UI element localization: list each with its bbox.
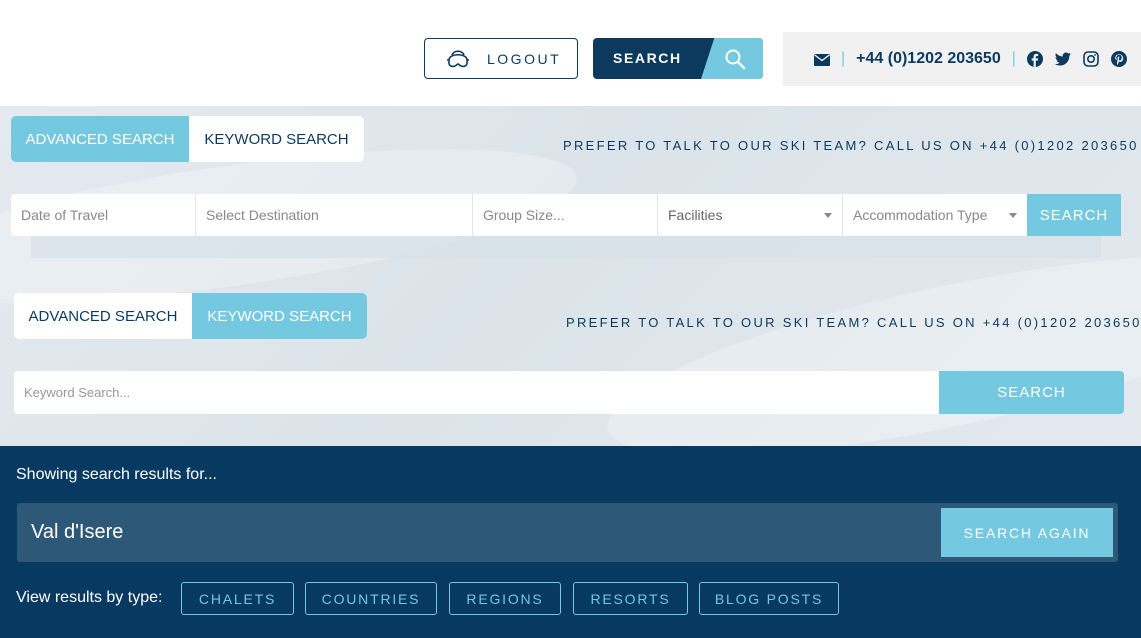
facilities-label: Facilities xyxy=(668,207,723,223)
search-results-panel: Showing search results for... SEARCH AGA… xyxy=(0,446,1141,638)
talk-to-team-text: PREFER TO TALK TO OUR SKI TEAM? CALL US … xyxy=(563,138,1139,153)
accommodation-type-select[interactable]: Accommodation Type xyxy=(843,194,1027,236)
filter-blog-posts-button[interactable]: BLOG POSTS xyxy=(699,582,839,615)
envelope-icon[interactable] xyxy=(814,53,830,66)
tab-keyword-search[interactable]: KEYWORD SEARCH xyxy=(192,293,367,339)
talk-to-team-text: PREFER TO TALK TO OUR SKI TEAM? CALL US … xyxy=(566,315,1141,330)
tab-advanced-search[interactable]: ADVANCED SEARCH xyxy=(11,116,189,162)
logout-label: LOGOUT xyxy=(487,50,562,67)
accommodation-label: Accommodation Type xyxy=(853,207,988,223)
magnifier-icon xyxy=(724,48,746,70)
site-header: LOGOUT SEARCH | +44 (0)1202 203650 | xyxy=(0,0,1141,106)
advanced-search-button[interactable]: SEARCH xyxy=(1027,194,1121,236)
showing-results-text: Showing search results for... xyxy=(16,466,217,483)
search-tabs-keyword: ADVANCED SEARCH KEYWORD SEARCH xyxy=(14,293,367,339)
keyword-search-form: SEARCH xyxy=(14,371,1124,414)
separator: | xyxy=(1011,50,1016,67)
chevron-down-icon xyxy=(1009,213,1017,218)
search-again-form: SEARCH AGAIN xyxy=(17,503,1118,562)
destination-field[interactable]: Select Destination xyxy=(196,194,473,236)
form-shadow-band xyxy=(31,236,1101,258)
facilities-select[interactable]: Facilities xyxy=(658,194,843,236)
social-links xyxy=(1026,51,1127,67)
tab-advanced-search[interactable]: ADVANCED SEARCH xyxy=(14,293,192,339)
filter-chalets-button[interactable]: CHALETS xyxy=(181,582,294,615)
instagram-icon[interactable] xyxy=(1083,51,1099,67)
chevron-down-icon xyxy=(824,213,832,218)
separator: | xyxy=(841,50,846,67)
search-tabs-advanced: ADVANCED SEARCH KEYWORD SEARCH xyxy=(11,116,364,162)
search-query-input[interactable] xyxy=(17,503,941,562)
filter-regions-button[interactable]: REGIONS xyxy=(449,582,561,615)
search-again-button[interactable]: SEARCH AGAIN xyxy=(941,508,1113,557)
search-hero: ADVANCED SEARCH KEYWORD SEARCH PREFER TO… xyxy=(0,106,1141,446)
phone-number[interactable]: +44 (0)1202 203650 xyxy=(856,50,1001,68)
pinterest-icon[interactable] xyxy=(1110,51,1127,67)
group-size-field[interactable]: Group Size... xyxy=(473,194,658,236)
advanced-search-form: Date of Travel Select Destination Group … xyxy=(11,194,1121,236)
date-of-travel-field[interactable]: Date of Travel xyxy=(11,194,196,236)
filter-countries-button[interactable]: COUNTRIES xyxy=(305,582,437,615)
keyword-search-button[interactable]: SEARCH xyxy=(939,371,1124,414)
logout-button[interactable]: LOGOUT xyxy=(424,38,578,79)
keyword-search-input[interactable] xyxy=(14,371,939,414)
twitter-icon[interactable] xyxy=(1054,51,1071,67)
tab-keyword-search[interactable]: KEYWORD SEARCH xyxy=(189,116,364,162)
ski-goggles-icon xyxy=(445,48,471,70)
facebook-icon[interactable] xyxy=(1026,51,1043,67)
header-search-label: SEARCH xyxy=(613,50,682,66)
header-search-button[interactable]: SEARCH xyxy=(593,38,763,79)
view-by-type-label: View results by type: xyxy=(16,589,163,606)
filter-resorts-button[interactable]: RESORTS xyxy=(573,582,688,615)
contact-bar: | +44 (0)1202 203650 | xyxy=(783,32,1141,86)
